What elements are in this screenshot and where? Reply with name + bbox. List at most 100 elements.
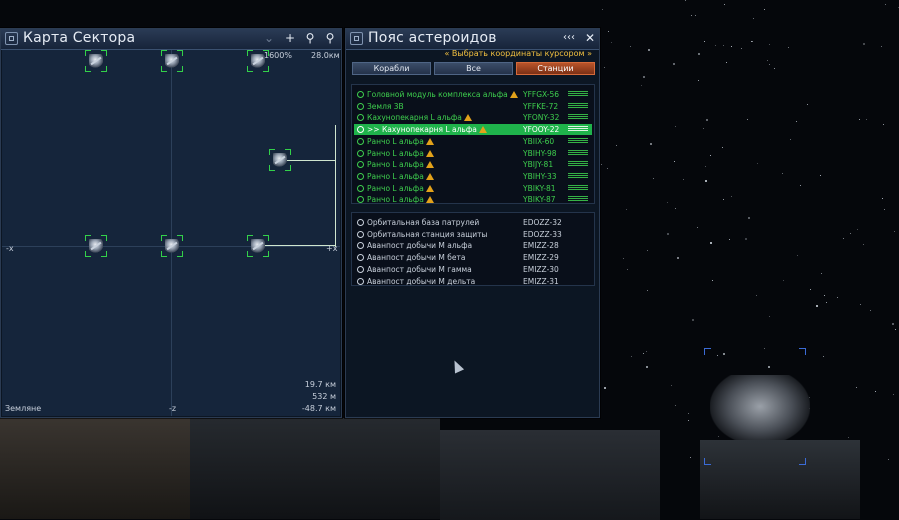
star bbox=[674, 404, 676, 406]
station-row[interactable]: Аванпост добычи М гамма EMIZZ-30 bbox=[354, 264, 592, 275]
station-row[interactable]: Головной модуль комплекса альфа YFFGX-56 bbox=[354, 89, 592, 100]
star bbox=[815, 304, 818, 307]
station-status-icon bbox=[357, 219, 364, 226]
tab-ships[interactable]: Корабли bbox=[352, 62, 431, 75]
station-status-icon bbox=[357, 277, 364, 285]
station-row[interactable]: Аванпост добычи М дельта EMIZZ-31 bbox=[354, 276, 592, 287]
status-bar-icon bbox=[568, 102, 588, 109]
star bbox=[645, 350, 647, 352]
add-icon[interactable]: + bbox=[282, 30, 298, 46]
station-icon[interactable] bbox=[247, 235, 269, 257]
station-icon[interactable] bbox=[85, 235, 107, 257]
star bbox=[714, 45, 716, 47]
star bbox=[755, 294, 757, 296]
station-status-icon bbox=[357, 172, 364, 180]
warning-icon bbox=[425, 196, 434, 204]
star bbox=[603, 386, 606, 389]
station-row[interactable]: Земля 3В YFFKE-72 bbox=[354, 101, 592, 112]
station-row[interactable]: Ранчо L альфа YBIHY-33 bbox=[354, 171, 592, 182]
star bbox=[820, 174, 822, 176]
select-coordinates-link[interactable]: « Выбрать координаты курсором » bbox=[444, 49, 592, 58]
star bbox=[642, 353, 644, 355]
star bbox=[697, 52, 700, 55]
asteroid-panel-titlebar[interactable]: Пояс астероидов ‹‹‹ ✕ bbox=[346, 29, 599, 50]
star bbox=[710, 154, 712, 156]
star bbox=[698, 79, 700, 81]
star bbox=[666, 202, 668, 204]
station-row[interactable]: Ранчо L альфа YBIKY-87 bbox=[354, 194, 592, 205]
zoom-in-icon[interactable]: ⚲ bbox=[302, 30, 318, 46]
station-row[interactable]: Ранчо L альфа YBIKY-81 bbox=[354, 183, 592, 194]
target-bracket bbox=[799, 348, 806, 355]
tab-stations[interactable]: Станции bbox=[516, 62, 595, 75]
station-name: Орбитальная станция защиты bbox=[367, 229, 488, 239]
station-name: Кахунопекарня L альфа bbox=[367, 112, 472, 123]
station-status-icon bbox=[357, 242, 364, 250]
station-row[interactable]: Орбитальная база патрулей EDOZZ-32 bbox=[354, 217, 592, 228]
star bbox=[646, 366, 649, 369]
station-name: Ранчо L альфа bbox=[367, 194, 434, 205]
star bbox=[646, 250, 648, 252]
station-icon[interactable] bbox=[247, 50, 269, 72]
station-row[interactable]: Кахунопекарня L альфа YFONY-32 bbox=[354, 112, 592, 123]
filter-tabs: Корабли Все Станции bbox=[352, 62, 595, 75]
station-code: EMIZZ-30 bbox=[523, 264, 559, 274]
axis-label-neg-x: -x bbox=[6, 244, 14, 253]
warning-icon bbox=[425, 137, 434, 145]
star bbox=[704, 41, 706, 43]
station-row[interactable]: Ранчо L альфа YBIIX-60 bbox=[354, 136, 592, 147]
station-name: Головной модуль комплекса альфа bbox=[367, 89, 518, 100]
asteroid-panel-title: Пояс астероидов bbox=[368, 30, 497, 46]
station-name: Ранчо L альфа bbox=[367, 136, 434, 147]
star bbox=[709, 241, 712, 244]
star bbox=[666, 233, 669, 236]
target-bracket bbox=[799, 458, 806, 465]
station-row[interactable]: Ранчо L альфа YBIHY-98 bbox=[354, 148, 592, 159]
star bbox=[822, 355, 824, 357]
station-code: YFONY-32 bbox=[523, 113, 560, 123]
scale-readout-3: -48.7 км bbox=[301, 404, 336, 413]
station-name: Ранчо L альфа bbox=[367, 148, 434, 159]
zoom-out-icon[interactable]: ⚲ bbox=[322, 30, 338, 46]
own-stations-list[interactable]: Головной модуль комплекса альфа YFFGX-56 З… bbox=[351, 84, 595, 204]
star bbox=[783, 279, 785, 281]
star bbox=[690, 457, 692, 459]
station-icon[interactable] bbox=[85, 50, 107, 72]
station-row[interactable]: Орбитальная станция защиты EDOZZ-33 bbox=[354, 229, 592, 240]
station-row[interactable]: Аванпост добычи М альфа EMIZZ-28 bbox=[354, 240, 592, 251]
star bbox=[607, 167, 609, 169]
station-status-icon bbox=[357, 126, 364, 134]
background-structure bbox=[440, 430, 660, 520]
star bbox=[676, 257, 679, 260]
station-row[interactable]: Ранчо L альфа YBIJY-81 bbox=[354, 159, 592, 170]
station-code: EDOZZ-32 bbox=[523, 218, 562, 227]
star bbox=[888, 458, 890, 460]
star bbox=[745, 237, 748, 240]
star bbox=[823, 295, 825, 297]
close-icon[interactable]: ✕ bbox=[582, 30, 598, 46]
star bbox=[806, 104, 808, 106]
star bbox=[859, 119, 861, 121]
station-status-icon bbox=[357, 102, 364, 110]
station-name: Орбитальная база патрулей bbox=[367, 218, 480, 227]
background-structure bbox=[0, 418, 190, 519]
star bbox=[647, 290, 649, 292]
sector-map-titlebar[interactable]: Карта Сектора ⌄ + ⚲ ⚲ bbox=[1, 29, 341, 50]
back-icon[interactable]: ‹‹‹ bbox=[560, 30, 578, 46]
window-icon bbox=[350, 32, 363, 45]
station-icon[interactable] bbox=[161, 235, 183, 257]
station-row[interactable]: Аванпост добычи М бета EMIZZ-29 bbox=[354, 252, 592, 263]
station-name: Аванпост добычи М бета bbox=[367, 253, 466, 263]
tab-all[interactable]: Все bbox=[434, 62, 513, 75]
station-code: YFFKE-72 bbox=[523, 101, 559, 111]
collapse-icon[interactable]: ⌄ bbox=[261, 30, 277, 46]
sector-map-canvas[interactable]: 1600% 28.0км -x +x -z Земляне 19.7 км 53… bbox=[2, 50, 340, 416]
map-range: 28.0км bbox=[311, 51, 340, 60]
station-icon[interactable] bbox=[161, 50, 183, 72]
station-icon[interactable] bbox=[269, 149, 291, 171]
station-row[interactable]: >> Кахунопекарня L альфа YFOOY-22 bbox=[354, 124, 592, 136]
star bbox=[674, 161, 676, 163]
star bbox=[696, 227, 698, 229]
other-stations-list[interactable]: Орбитальная база патрулей EDOZZ-32 Орбитал… bbox=[351, 212, 595, 286]
station-name: Аванпост добычи М гамма bbox=[367, 264, 472, 274]
